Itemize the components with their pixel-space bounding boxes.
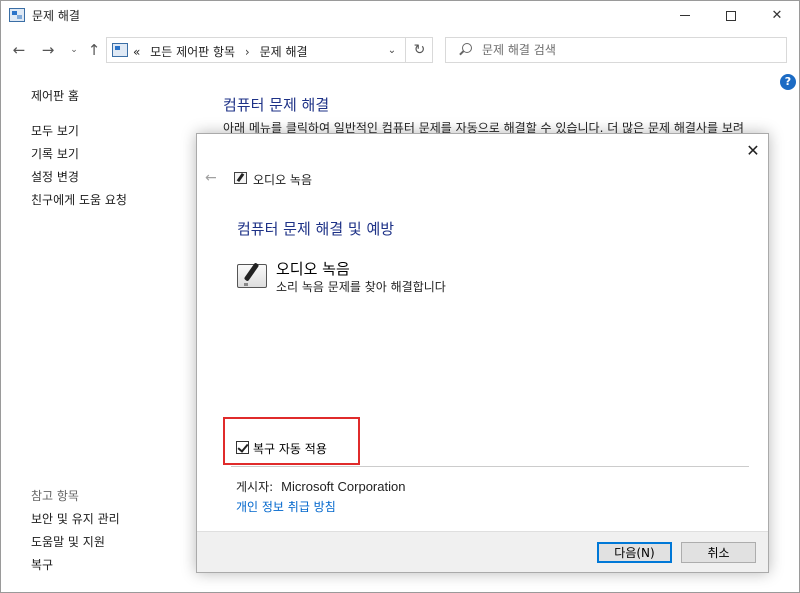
dialog-back-button[interactable]: ← (205, 170, 217, 186)
troubleshooter-name: 오디오 녹음 (276, 260, 350, 278)
maximize-icon (726, 10, 736, 21)
auto-repair-checkbox[interactable] (236, 441, 249, 454)
breadcrumb-overflow[interactable]: « (133, 45, 140, 59)
close-button[interactable]: ✕ (754, 0, 800, 31)
forward-button[interactable]: → (38, 40, 58, 60)
breadcrumb-all-control-panel-items[interactable]: 모든 제어판 항목 (150, 45, 235, 59)
privacy-statement-link[interactable]: 개인 정보 취급 방침 (236, 498, 336, 515)
page-title: 컴퓨터 문제 해결 (223, 96, 330, 114)
microphone-icon (234, 172, 247, 184)
sidebar-item-view-all[interactable]: 모두 보기 (31, 122, 79, 139)
minimize-button[interactable] (662, 0, 708, 31)
search-icon (458, 43, 472, 57)
arrow-up-icon: ↑ (87, 41, 101, 59)
recent-locations-button[interactable]: ⌄ (64, 40, 84, 60)
back-button[interactable]: ← (9, 40, 29, 60)
breadcrumb: « 모든 제어판 항목 › 문제 해결 (133, 43, 308, 60)
see-also-header: 참고 항목 (31, 489, 79, 503)
search-box[interactable] (445, 37, 787, 63)
arrow-right-icon: → (41, 41, 55, 59)
breadcrumb-separator[interactable]: › (245, 45, 250, 59)
control-panel-icon (112, 43, 128, 57)
see-also-security-maintenance-link[interactable]: 보안 및 유지 관리 (31, 510, 120, 527)
dialog-close-button[interactable]: ✕ (742, 139, 764, 161)
minimize-icon (680, 15, 690, 16)
troubleshooter-dialog: ✕ ← 오디오 녹음 컴퓨터 문제 해결 및 예방 오디오 녹음 소리 녹음 문… (196, 133, 769, 573)
chevron-down-icon: ⌄ (387, 44, 397, 56)
title-bar: 문제 해결 ✕ (0, 0, 800, 31)
window-title: 문제 해결 (32, 9, 80, 23)
auto-repair-label[interactable]: 복구 자동 적용 (253, 440, 327, 457)
maximize-button[interactable] (708, 0, 754, 31)
breadcrumb-troubleshooting[interactable]: 문제 해결 (260, 45, 308, 59)
up-button[interactable]: ↑ (84, 40, 104, 60)
help-icon[interactable]: ? (780, 74, 796, 90)
microphone-icon (237, 264, 267, 288)
next-button[interactable]: 다음(N) (597, 542, 672, 563)
troubleshooter-description: 소리 녹음 문제를 찾아 해결합니다 (276, 280, 446, 294)
close-icon: ✕ (771, 8, 783, 23)
sidebar-item-change-settings[interactable]: 설정 변경 (31, 168, 79, 185)
arrow-left-icon: ← (12, 41, 26, 59)
sidebar-item-get-help-from-friend[interactable]: 친구에게 도움 요청 (31, 191, 127, 208)
refresh-button[interactable]: ↻ (405, 38, 433, 62)
control-panel-home-link[interactable]: 제어판 홈 (31, 87, 79, 104)
navigation-bar: ← → ⌄ ↑ « 모든 제어판 항목 › 문제 해결 ⌄ ↻ (0, 31, 800, 69)
cancel-button[interactable]: 취소 (681, 542, 756, 563)
sidebar-item-view-history[interactable]: 기록 보기 (31, 145, 79, 162)
publisher-value: Microsoft Corporation (281, 479, 406, 494)
arrow-left-icon: ← (205, 170, 217, 186)
search-input[interactable] (482, 41, 772, 59)
see-also-help-support-link[interactable]: 도움말 및 지원 (31, 533, 105, 550)
chevron-down-icon: ⌄ (70, 45, 78, 55)
dialog-header-title: 오디오 녹음 (253, 173, 313, 187)
publisher-label: 게시자: (236, 480, 274, 494)
divider (231, 466, 749, 467)
publisher-info: 게시자: Microsoft Corporation (236, 478, 405, 495)
dialog-footer: 다음(N) 취소 (197, 531, 768, 572)
refresh-icon: ↻ (413, 42, 426, 58)
dialog-title: 컴퓨터 문제 해결 및 예방 (237, 220, 395, 238)
close-icon: ✕ (746, 140, 760, 160)
address-bar[interactable]: « 모든 제어판 항목 › 문제 해결 ⌄ ↻ (106, 37, 433, 63)
control-panel-icon (9, 8, 25, 22)
address-dropdown-button[interactable]: ⌄ (381, 41, 403, 59)
see-also-recovery-link[interactable]: 복구 (31, 556, 53, 573)
